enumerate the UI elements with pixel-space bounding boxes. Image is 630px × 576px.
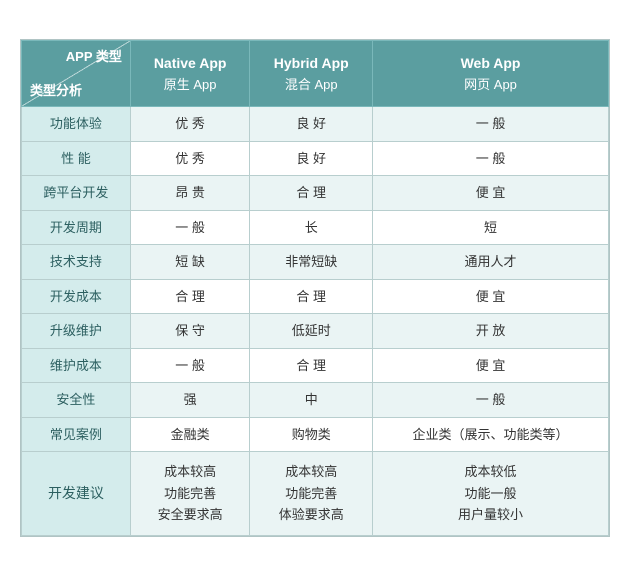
row-cell: 一 般	[130, 210, 249, 245]
corner-top: APP 类型	[30, 47, 122, 67]
last-row-line: 成本较低	[465, 462, 517, 482]
row-cell: 便 宜	[373, 176, 609, 211]
last-row-line: 功能完善	[164, 484, 216, 504]
table-row: 安全性强中一 般	[22, 383, 609, 418]
row-category: 跨平台开发	[22, 176, 131, 211]
row-category: 开发成本	[22, 279, 131, 314]
row-cell: 短 缺	[130, 245, 249, 280]
row-category: 功能体验	[22, 107, 131, 142]
last-row-line: 成本较高	[164, 462, 216, 482]
corner-header: APP 类型 类型分析	[22, 41, 131, 107]
row-cell: 购物类	[250, 417, 373, 452]
header-native-line2: 原生 App	[164, 77, 217, 92]
last-row-line: 体验要求高	[279, 505, 344, 525]
last-row-cell: 成本较低功能一般用户量较小	[373, 452, 609, 536]
row-cell: 通用人才	[373, 245, 609, 280]
row-cell: 一 般	[130, 348, 249, 383]
table-row: 升级维护保 守低延时开 放	[22, 314, 609, 349]
row-cell: 合 理	[250, 348, 373, 383]
header-native: Native App 原生 App	[130, 41, 249, 107]
row-category: 性 能	[22, 141, 131, 176]
header-hybrid: Hybrid App 混合 App	[250, 41, 373, 107]
last-row-line: 安全要求高	[158, 505, 223, 525]
row-category: 开发周期	[22, 210, 131, 245]
row-cell: 短	[373, 210, 609, 245]
row-cell: 优 秀	[130, 107, 249, 142]
row-category: 常见案例	[22, 417, 131, 452]
header-web-line2: 网页 App	[464, 77, 517, 92]
row-cell: 合 理	[250, 279, 373, 314]
row-cell: 非常短缺	[250, 245, 373, 280]
row-cell: 长	[250, 210, 373, 245]
comparison-table: APP 类型 类型分析 Native App 原生 App Hybrid App…	[20, 39, 610, 537]
row-cell: 便 宜	[373, 279, 609, 314]
row-cell: 良 好	[250, 107, 373, 142]
header-hybrid-line1: Hybrid App	[274, 55, 349, 71]
last-row: 开发建议成本较高功能完善安全要求高成本较高功能完善体验要求高成本较低功能一般用户…	[22, 452, 609, 536]
row-cell: 开 放	[373, 314, 609, 349]
row-cell: 中	[250, 383, 373, 418]
row-cell: 合 理	[250, 176, 373, 211]
last-row-line: 功能一般	[465, 484, 517, 504]
last-row-cell: 成本较高功能完善安全要求高	[130, 452, 249, 536]
row-category: 升级维护	[22, 314, 131, 349]
table-row: 性 能优 秀良 好一 般	[22, 141, 609, 176]
row-cell: 合 理	[130, 279, 249, 314]
last-row-line: 功能完善	[285, 484, 337, 504]
table-row: 技术支持短 缺非常短缺通用人才	[22, 245, 609, 280]
row-cell: 一 般	[373, 107, 609, 142]
row-cell: 优 秀	[130, 141, 249, 176]
row-cell: 强	[130, 383, 249, 418]
header-web: Web App 网页 App	[373, 41, 609, 107]
last-row-category: 开发建议	[22, 452, 131, 536]
header-web-line1: Web App	[461, 55, 521, 71]
table-row: 开发成本合 理合 理便 宜	[22, 279, 609, 314]
row-cell: 低延时	[250, 314, 373, 349]
table-row: 开发周期一 般长短	[22, 210, 609, 245]
last-row-line: 成本较高	[285, 462, 337, 482]
row-category: 技术支持	[22, 245, 131, 280]
row-cell: 保 守	[130, 314, 249, 349]
table-row: 常见案例金融类购物类企业类（展示、功能类等）	[22, 417, 609, 452]
header-hybrid-line2: 混合 App	[285, 77, 338, 92]
row-category: 维护成本	[22, 348, 131, 383]
corner-bottom: 类型分析	[30, 81, 122, 101]
row-cell: 金融类	[130, 417, 249, 452]
last-row-cell: 成本较高功能完善体验要求高	[250, 452, 373, 536]
row-cell: 便 宜	[373, 348, 609, 383]
last-row-line: 用户量较小	[458, 505, 523, 525]
table-row: 跨平台开发昂 贵合 理便 宜	[22, 176, 609, 211]
row-cell: 昂 贵	[130, 176, 249, 211]
row-category: 安全性	[22, 383, 131, 418]
header-native-line1: Native App	[154, 55, 227, 71]
table-row: 功能体验优 秀良 好一 般	[22, 107, 609, 142]
row-cell: 良 好	[250, 141, 373, 176]
table-row: 维护成本一 般合 理便 宜	[22, 348, 609, 383]
row-cell: 一 般	[373, 383, 609, 418]
row-cell: 企业类（展示、功能类等）	[373, 417, 609, 452]
row-cell: 一 般	[373, 141, 609, 176]
